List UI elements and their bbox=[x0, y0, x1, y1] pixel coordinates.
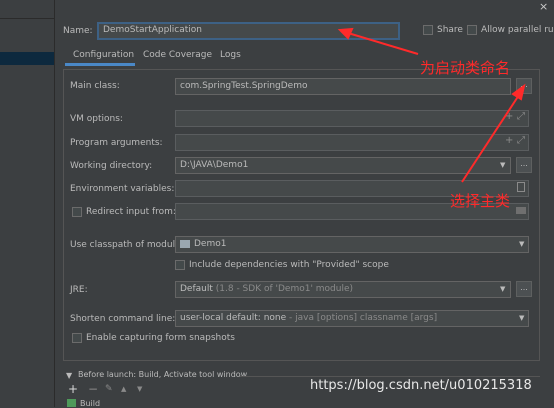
annotation-text-main-class: 选择主类 bbox=[450, 192, 511, 210]
annotation-arrow-1 bbox=[337, 27, 419, 55]
annotation-text-name: 为启动类命名 bbox=[420, 59, 511, 77]
annotation-arrow-2 bbox=[461, 83, 526, 183]
watermark: https://blog.csdn.net/u010215318 bbox=[310, 378, 532, 393]
